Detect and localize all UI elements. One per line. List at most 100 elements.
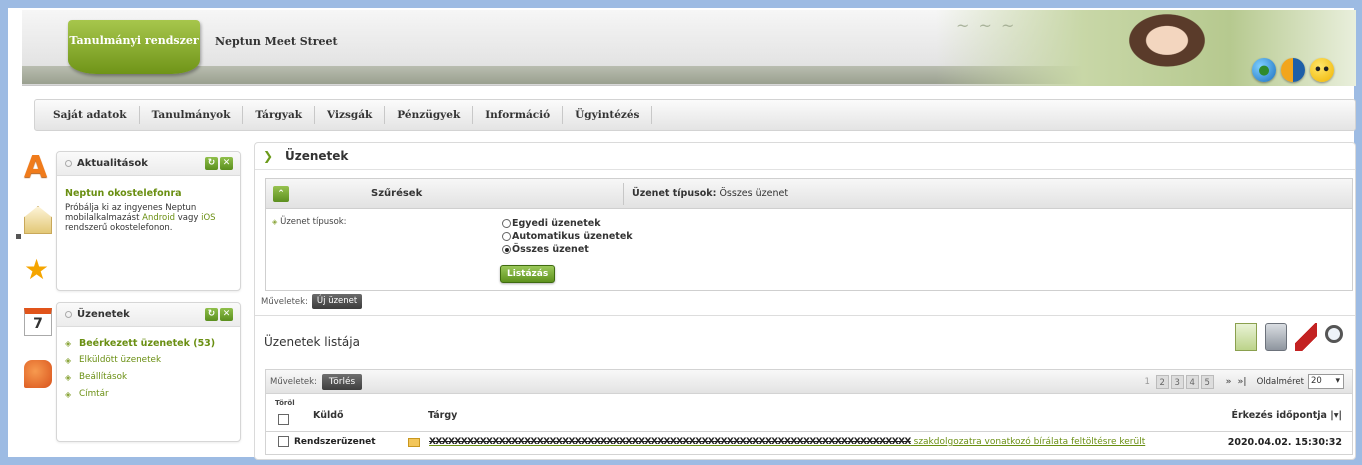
next-page-button[interactable]: » <box>1226 377 1232 387</box>
radio-circle[interactable] <box>502 232 511 241</box>
smile-icon[interactable]: •• <box>1310 58 1334 82</box>
filter-header[interactable]: ⌃ Szűrések Üzenet típusok: Összes üzenet <box>266 179 1352 209</box>
radio-circle-selected[interactable] <box>502 245 511 254</box>
close-icon[interactable]: ✕ <box>220 308 233 321</box>
aktualitasok-icon[interactable]: A <box>24 153 52 183</box>
page-size-label: Oldalméret <box>1256 376 1304 387</box>
news-text: Próbálja ki az ingyenes Neptun mobilalka… <box>65 203 216 233</box>
radio-automatikus[interactable]: Automatikus üzenetek <box>502 230 633 243</box>
radio-egyedi[interactable]: Egyedi üzenetek <box>502 217 633 230</box>
messages-box-title: Üzenetek <box>77 309 130 320</box>
select-all-checkbox[interactable] <box>278 414 289 425</box>
radio-circle[interactable] <box>502 219 511 228</box>
box-dot-icon <box>65 311 72 318</box>
settings-link[interactable]: ◈ Beállítások <box>65 369 232 386</box>
operations-bar: Műveletek: Új üzenet <box>261 294 363 309</box>
header-icons: ● •• <box>1252 58 1334 82</box>
column-subject[interactable]: Tárgy <box>428 410 457 421</box>
main-nav: Saját adatok Tanulmányok Tárgyak Vizsgák… <box>34 99 1356 131</box>
page-1[interactable]: 1 <box>1141 375 1154 389</box>
chevron-down-icon: ▾ <box>1335 376 1340 386</box>
envelope-icon <box>408 438 420 447</box>
page-4[interactable]: 4 <box>1185 374 1199 389</box>
column-sender[interactable]: Küldő <box>313 410 344 421</box>
list-title: Üzenetek listája <box>264 335 360 349</box>
news-box-title: Aktualitások <box>77 158 148 169</box>
page-3[interactable]: 3 <box>1170 374 1184 389</box>
pin-icon[interactable] <box>1295 323 1317 351</box>
android-link[interactable]: Android <box>142 213 175 223</box>
nav-item-sajat-adatok[interactable]: Saját adatok <box>35 106 140 124</box>
row-sender: Rendszerüzenet <box>294 437 376 447</box>
calendar-icon[interactable]: 7 <box>24 308 52 336</box>
rail-bullet <box>16 234 21 239</box>
chevron-right-icon: ❯ <box>263 149 274 163</box>
row-checkbox[interactable] <box>278 436 289 447</box>
main-panel: ❯ Üzenetek ⌃ Szűrések Üzenet típusok: Ös… <box>254 142 1356 460</box>
operations-label: Műveletek: <box>270 376 317 387</box>
page-title: Üzenetek <box>285 149 349 163</box>
arrow-icon: ◈ <box>65 390 72 399</box>
divider <box>623 182 624 205</box>
refresh-icon[interactable]: ↻ <box>205 308 218 321</box>
list-button[interactable]: Listázás <box>500 265 556 283</box>
chat-icon[interactable] <box>24 360 52 388</box>
news-box: Aktualitások ↻ ✕ Neptun okostelefonra Pr… <box>56 151 241 291</box>
directory-link[interactable]: ◈ Címtár <box>65 386 232 403</box>
table-toolbar: Műveletek: Törlés 1 2 3 4 5 » »| Oldalmé… <box>266 370 1352 394</box>
inbox-link[interactable]: ◈ Beérkezett üzenetek (53) <box>65 335 232 352</box>
decorative-script: ~ ~ ~ <box>956 16 1017 35</box>
nav-item-vizsgak[interactable]: Vizsgák <box>315 106 386 124</box>
radio-osszes[interactable]: Összes üzenet <box>502 243 633 256</box>
nav-item-penzugyek[interactable]: Pénzügyek <box>385 106 474 124</box>
header: Tanulmányi rendszer Neptun Meet Street ~… <box>22 10 1356 86</box>
nav-item-ugyintezes[interactable]: Ügyintézés <box>563 106 653 124</box>
contrast-icon[interactable] <box>1281 58 1305 82</box>
messages-table: Műveletek: Törlés 1 2 3 4 5 » »| Oldalmé… <box>265 369 1353 455</box>
print-icon[interactable] <box>1265 323 1287 351</box>
message-type-label: ◈ Üzenet típusok: <box>272 217 347 227</box>
nav-item-tanulmanyok[interactable]: Tanulmányok <box>140 106 244 124</box>
news-headline[interactable]: Neptun okostelefonra <box>57 176 240 203</box>
app-name: Neptun Meet Street <box>215 35 338 48</box>
divider <box>255 315 1355 316</box>
search-icon[interactable] <box>1325 325 1343 343</box>
box-dot-icon <box>65 160 72 167</box>
redacted-text: XXXXXXXXXXXXXXXXXXXXXXXXXXXXXXXXXXXXXXXX… <box>429 437 911 447</box>
decorative-figure <box>1101 10 1221 86</box>
export-excel-icon[interactable] <box>1235 323 1257 351</box>
news-box-header: Aktualitások ↻ ✕ <box>57 152 240 176</box>
table-row[interactable]: Rendszerüzenet XXXXXXXXXXXXXXXXXXXXXXXXX… <box>266 432 1352 454</box>
sort-icon[interactable]: |▾| <box>1330 410 1342 421</box>
nav-item-informacio[interactable]: Információ <box>473 106 564 124</box>
filter-panel: ⌃ Szűrések Üzenet típusok: Összes üzenet… <box>265 178 1353 291</box>
arrow-icon: ◈ <box>65 339 72 348</box>
messages-box-header: Üzenetek ↻ ✕ <box>57 303 240 327</box>
last-page-button[interactable]: »| <box>1237 377 1246 387</box>
refresh-icon[interactable]: ↻ <box>205 157 218 170</box>
main-title-bar: ❯ Üzenetek <box>255 143 1355 170</box>
column-arrival[interactable]: Érkezés időpontja |▾| <box>1231 410 1342 421</box>
arrow-icon: ◈ <box>65 356 72 365</box>
new-message-button[interactable]: Új üzenet <box>311 294 363 309</box>
page-size-select[interactable]: 20 ▾ <box>1308 374 1344 389</box>
nav-item-targyak[interactable]: Tárgyak <box>243 106 316 124</box>
sent-link[interactable]: ◈ Elküldött üzenetek <box>65 352 232 369</box>
list-tools <box>1235 323 1343 351</box>
star-icon[interactable]: ★ <box>24 256 52 284</box>
collapse-icon[interactable]: ⌃ <box>273 185 289 202</box>
filter-summary: Üzenet típusok: Összes üzenet <box>632 188 789 199</box>
page-5[interactable]: 5 <box>1200 374 1214 389</box>
pager: 1 2 3 4 5 » »| Oldalméret 20 ▾ <box>1141 374 1344 389</box>
globe-icon[interactable]: ● <box>1252 58 1276 82</box>
ios-link[interactable]: iOS <box>201 213 215 223</box>
delete-button[interactable]: Törlés <box>321 373 363 390</box>
system-badge[interactable]: Tanulmányi rendszer <box>68 20 200 74</box>
operations-label: Műveletek: <box>261 296 308 307</box>
row-arrival: 2020.04.02. 15:30:32 <box>1227 437 1342 448</box>
arrow-icon: ◈ <box>65 373 72 382</box>
row-subject[interactable]: XXXXXXXXXXXXXXXXXXXXXXXXXXXXXXXXXXXXXXXX… <box>429 437 1145 447</box>
page-2[interactable]: 2 <box>1155 374 1169 389</box>
close-icon[interactable]: ✕ <box>220 157 233 170</box>
diamond-icon: ◈ <box>272 218 278 226</box>
